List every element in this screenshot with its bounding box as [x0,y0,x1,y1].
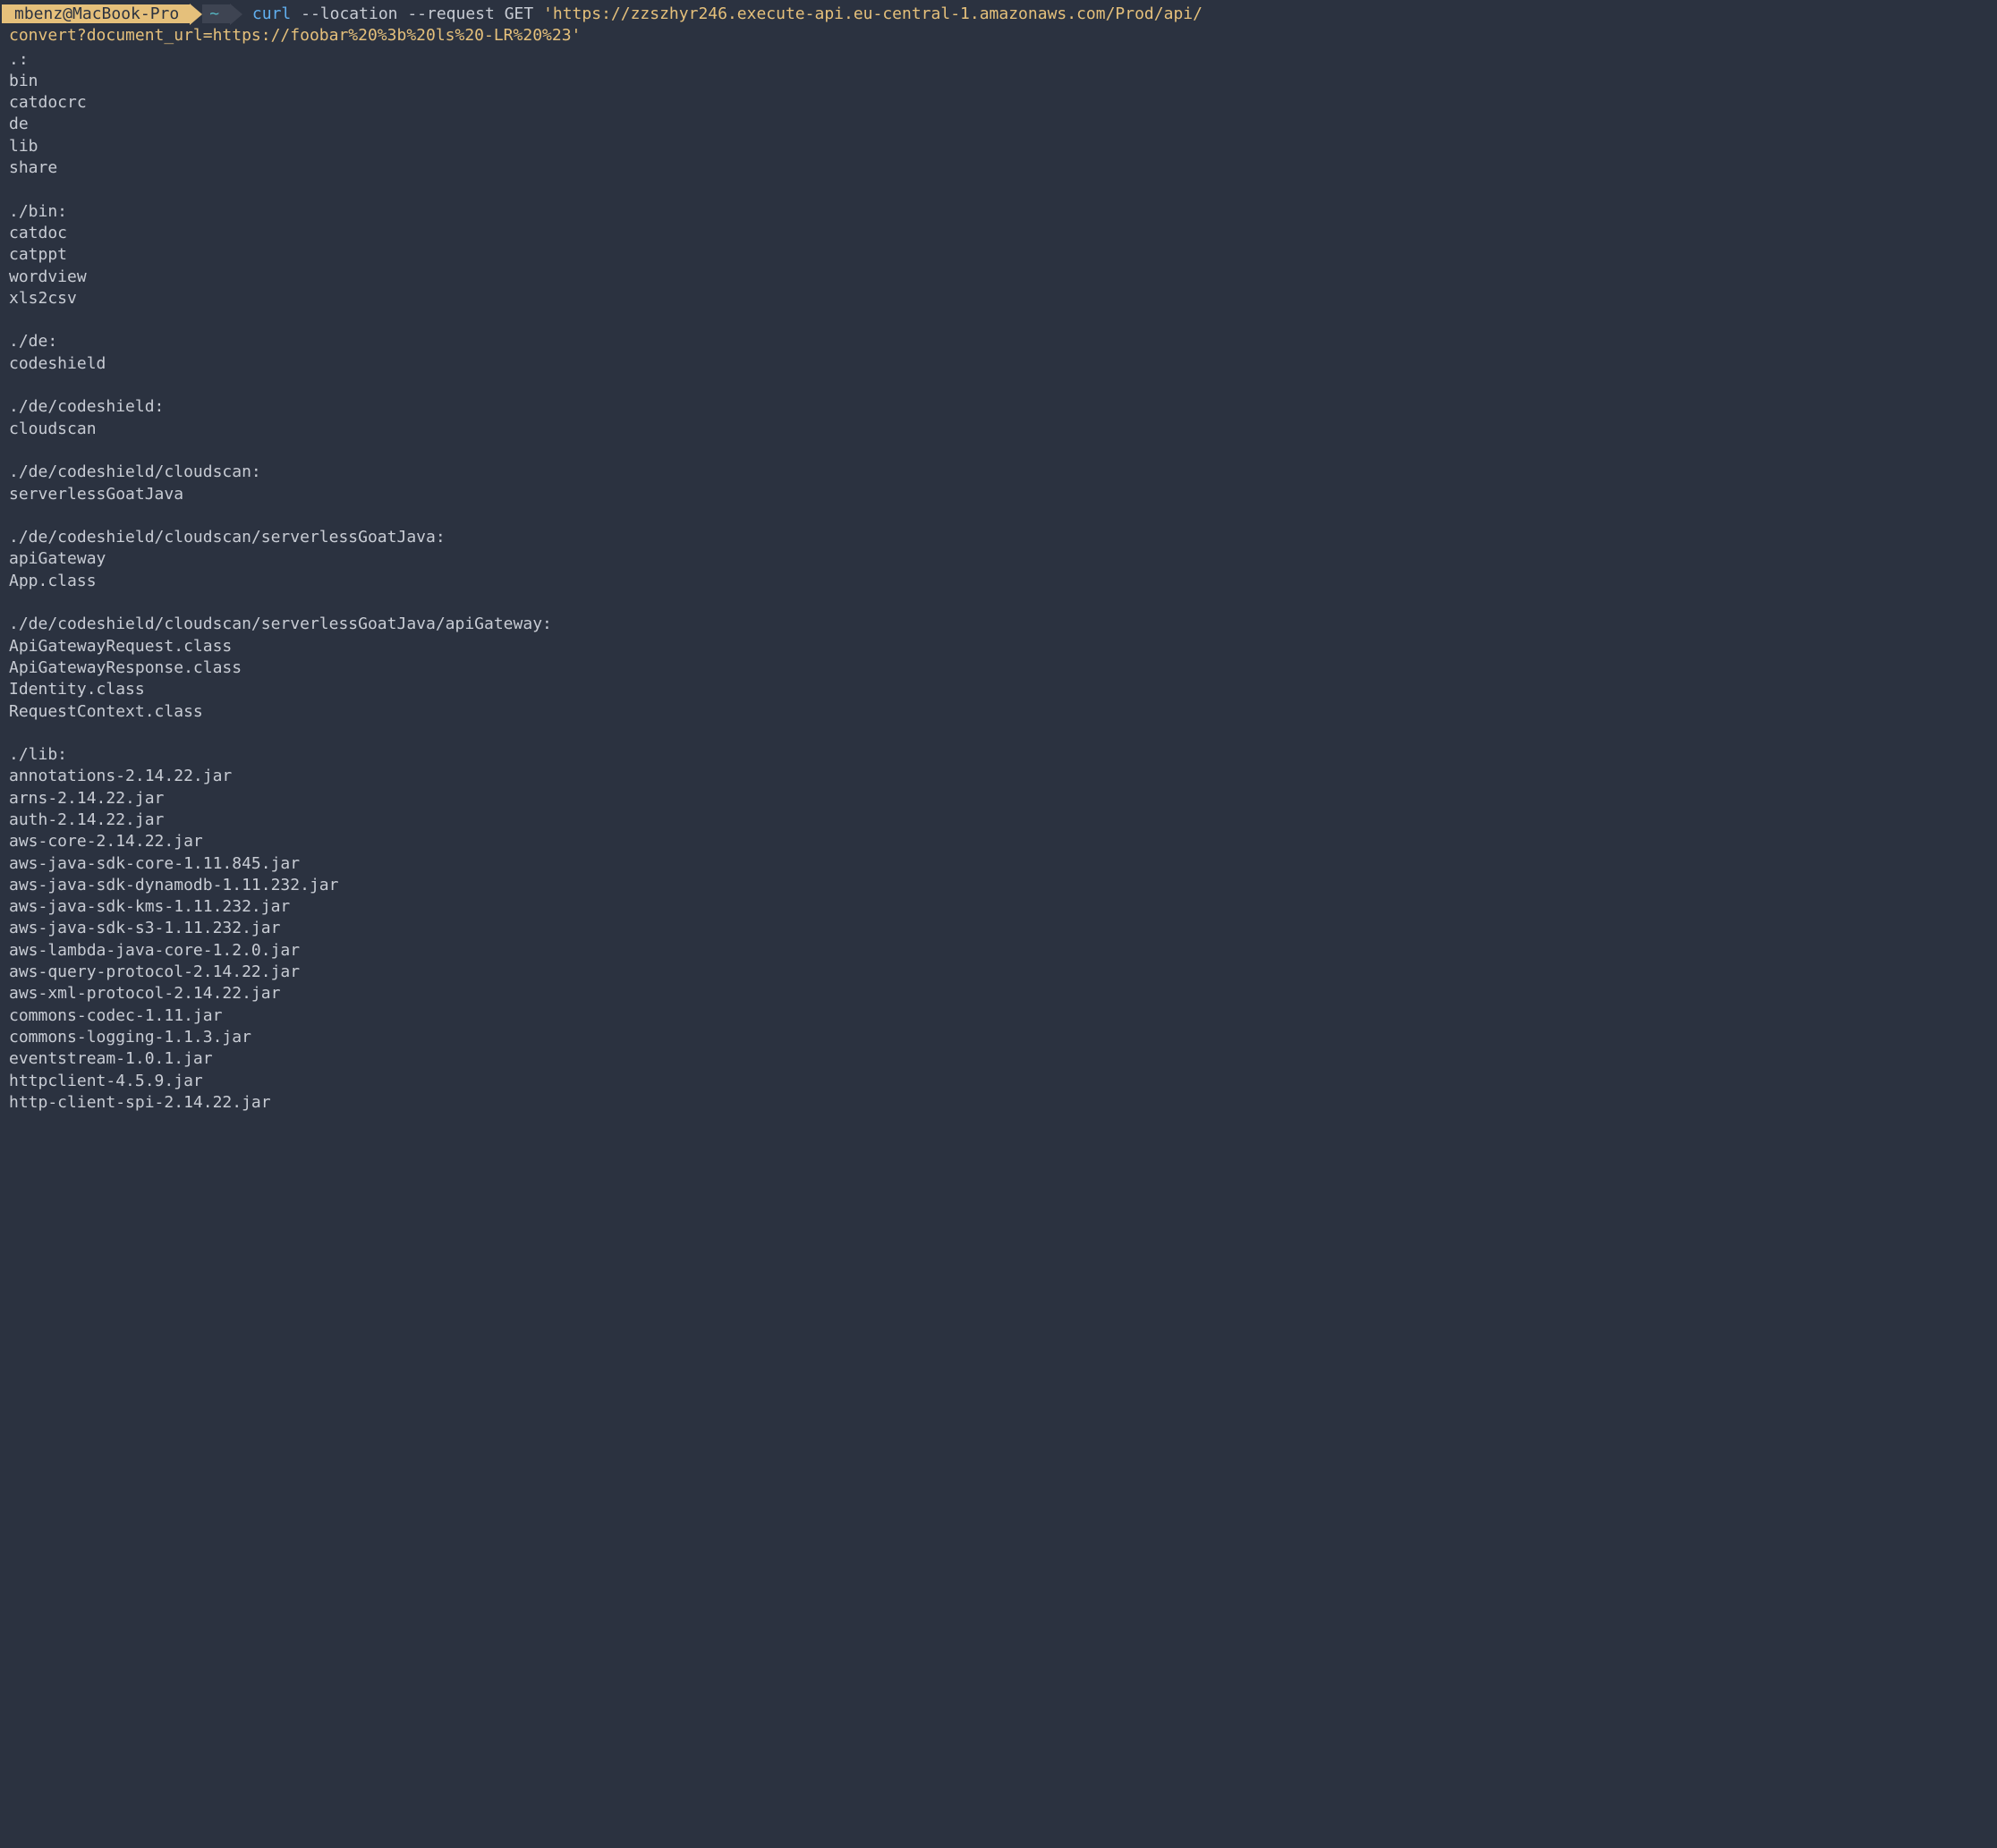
command-url-part1: 'https://zzszhyr246.execute-api.eu-centr… [543,4,1202,23]
prompt-user-host: mbenz@MacBook-Pro [2,4,190,23]
terminal-window[interactable]: mbenz@MacBook-Pro ~ curl --location --req… [0,0,1997,1114]
terminal-output: .: bin catdocrc de lib share ./bin: catd… [0,47,1997,1115]
command-text: curl --location --request GET 'https://z… [242,4,1202,23]
command-url-wrap: convert?document_url=https://foobar%20%3… [0,25,1997,47]
prompt-path: ~ [202,4,230,23]
prompt-separator-icon [230,4,242,25]
prompt-separator-icon [190,4,202,25]
command-url-part2: convert?document_url=https://foobar%20%3… [9,26,581,45]
command-curl: curl [252,4,291,23]
command-args: --location --request GET [291,4,543,23]
prompt-line: mbenz@MacBook-Pro ~ curl --location --req… [0,4,1997,25]
